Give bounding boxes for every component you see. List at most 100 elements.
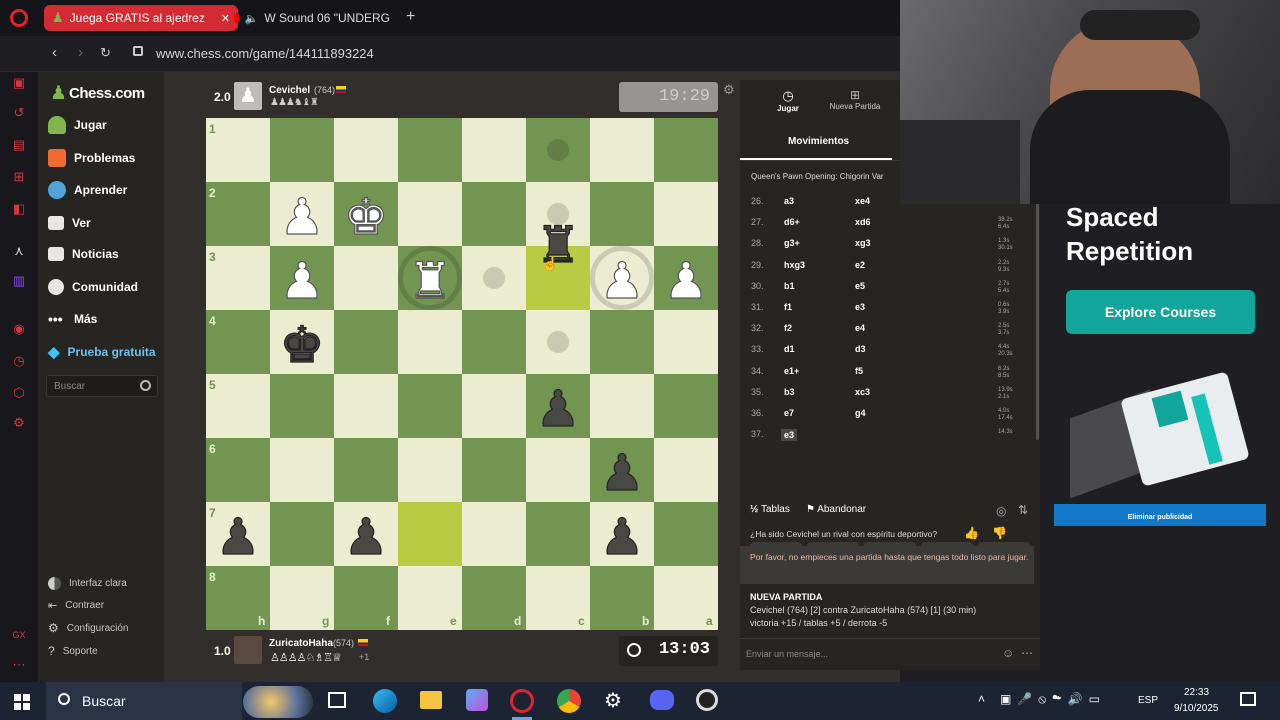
messenger-icon[interactable]: ▣ xyxy=(11,75,27,91)
sidebar-item-comunidad[interactable]: Comunidad xyxy=(48,276,138,298)
board-square[interactable] xyxy=(334,438,398,502)
board-square[interactable] xyxy=(398,118,462,182)
board-square[interactable] xyxy=(462,502,526,566)
opera-logo-icon[interactable] xyxy=(10,9,28,27)
moves-tab[interactable]: Movimientos xyxy=(788,136,849,147)
black-move[interactable]: xe4 xyxy=(855,196,870,206)
board-square[interactable] xyxy=(270,374,334,438)
draw-button[interactable]: ½ Tablas xyxy=(750,504,790,515)
reload-icon[interactable]: ↻ xyxy=(100,45,111,61)
sidebar-item-problemas[interactable]: Problemas xyxy=(48,147,135,169)
video-icon[interactable]: ◧ xyxy=(11,201,27,217)
more-options-icon[interactable]: ⋯ xyxy=(1021,646,1033,660)
notifications-icon[interactable] xyxy=(1240,692,1256,706)
board-square[interactable] xyxy=(654,438,718,502)
thumbs-up-icon[interactable]: 👍 xyxy=(964,526,979,540)
board-square[interactable] xyxy=(654,182,718,246)
white-move[interactable]: hxg3 xyxy=(784,260,805,270)
board-square[interactable] xyxy=(270,438,334,502)
white-move[interactable]: f1 xyxy=(784,302,792,312)
move-row[interactable]: 37. e3 14.3s xyxy=(740,429,1040,450)
black-move[interactable]: xd6 xyxy=(855,217,871,227)
black-move[interactable]: d3 xyxy=(855,344,866,354)
move-row[interactable]: 33. d1 d3 4.4s 20.3s xyxy=(740,344,1040,365)
move-row[interactable]: 35. b3 xc3 13.9s 2.1s xyxy=(740,387,1040,408)
tab-jugar[interactable]: ◷ Jugar xyxy=(768,88,808,113)
move-row[interactable]: 29. hxg3 e2 2.2s 9.3s xyxy=(740,260,1040,281)
sidebar-item-mas[interactable]: ••• Más xyxy=(48,308,97,330)
black-pawn-icon[interactable]: ♟ xyxy=(590,502,654,566)
move-hint-dot[interactable] xyxy=(483,267,505,289)
board-square[interactable] xyxy=(398,374,462,438)
twitch-icon[interactable]: ▥ xyxy=(11,273,27,289)
white-pawn-icon[interactable]: ♟ xyxy=(270,246,334,310)
board-square[interactable] xyxy=(462,182,526,246)
sidebar-footer-support[interactable]: ? Soporte xyxy=(48,642,98,660)
white-king-icon[interactable]: ♚ xyxy=(334,182,398,246)
board-square[interactable] xyxy=(334,246,398,310)
white-move[interactable]: e3 xyxy=(781,429,798,442)
avatar[interactable]: ♟ xyxy=(234,82,262,110)
board-square[interactable] xyxy=(526,438,590,502)
move-list-scrollbar[interactable] xyxy=(1036,200,1039,440)
board-square[interactable] xyxy=(270,118,334,182)
tab-chess[interactable]: ♟ Juega GRATIS al ajedrez ✕ xyxy=(44,5,238,31)
remove-ads-button[interactable]: Eliminar publicidad xyxy=(1054,504,1266,526)
black-move[interactable]: f5 xyxy=(855,366,863,376)
board-square[interactable] xyxy=(590,118,654,182)
white-move[interactable]: d1 xyxy=(784,344,795,354)
flip-board-icon[interactable]: ⇅ xyxy=(1018,503,1028,517)
chat-input[interactable]: Enviar un mensaje... xyxy=(746,649,828,659)
board-square[interactable] xyxy=(654,502,718,566)
sidebar-item-ver[interactable]: Ver xyxy=(48,212,91,234)
black-pawn-icon[interactable]: ♟ xyxy=(526,374,590,438)
forward-icon[interactable]: › xyxy=(78,44,83,61)
ai-icon[interactable]: ⋏ xyxy=(11,243,27,259)
black-move[interactable]: g4 xyxy=(855,408,866,418)
game-icon[interactable]: ⊞ xyxy=(11,169,27,185)
board-square[interactable] xyxy=(398,438,462,502)
white-move[interactable]: a3 xyxy=(784,196,794,206)
bag-icon[interactable]: ▤ xyxy=(11,137,27,153)
tab-youtube[interactable]: 🔈 W Sound 06 "UNDERG xyxy=(226,5,398,31)
avatar[interactable] xyxy=(234,636,262,664)
board-square[interactable] xyxy=(398,310,462,374)
settings-icon[interactable]: ⚙ xyxy=(11,415,27,431)
white-move[interactable]: e1+ xyxy=(784,366,799,376)
opera-gx-icon[interactable] xyxy=(510,689,534,713)
search-icon[interactable] xyxy=(140,380,151,391)
move-hint-dot[interactable] xyxy=(547,139,569,161)
player-icon[interactable]: ◉ xyxy=(11,321,27,337)
explore-courses-button[interactable]: Explore Courses xyxy=(1066,290,1255,334)
black-move[interactable]: e3 xyxy=(855,302,865,312)
board-square[interactable] xyxy=(590,182,654,246)
board-square[interactable] xyxy=(462,438,526,502)
white-move[interactable]: d6+ xyxy=(784,217,800,227)
board-square[interactable] xyxy=(462,374,526,438)
board-square[interactable] xyxy=(398,182,462,246)
tray-icons[interactable]: ▣🎤⦸☁🔊▭ xyxy=(1000,692,1106,707)
clock-time[interactable]: 22:33 xyxy=(1184,687,1209,698)
file-explorer-icon[interactable] xyxy=(420,691,442,709)
settings-icon[interactable]: ⚙ xyxy=(604,688,622,713)
obs-icon[interactable] xyxy=(696,689,718,711)
top-player-name[interactable]: Cevichel xyxy=(269,85,310,96)
app-icon[interactable] xyxy=(466,689,488,711)
black-king-icon[interactable]: ♚ xyxy=(270,310,334,374)
black-pawn-icon[interactable]: ♟ xyxy=(206,502,270,566)
black-move[interactable]: e5 xyxy=(855,281,865,291)
bottom-player-name[interactable]: ZuricatoHaha xyxy=(269,638,333,649)
move-row[interactable]: 32. f2 e4 2.5s 3.7s xyxy=(740,323,1040,344)
sidebar-item-noticias[interactable]: Noticias xyxy=(48,243,119,265)
board-square[interactable] xyxy=(398,502,462,566)
clock-icon[interactable]: ◷ xyxy=(11,353,27,369)
sidebar-footer-light[interactable]: Interfaz clara xyxy=(48,574,127,592)
sidebar-item-trial[interactable]: ◆ Prueba gratuita xyxy=(48,341,156,363)
thumbs-down-icon[interactable]: 👎 xyxy=(992,526,1007,540)
board-square[interactable] xyxy=(462,118,526,182)
board-square[interactable] xyxy=(654,118,718,182)
emoji-icon[interactable]: ☺ xyxy=(1002,646,1014,660)
move-row[interactable]: 31. f1 e3 0.6s 3.9s xyxy=(740,302,1040,323)
white-move[interactable]: b1 xyxy=(784,281,795,291)
gx-icon[interactable]: GX xyxy=(11,627,27,643)
